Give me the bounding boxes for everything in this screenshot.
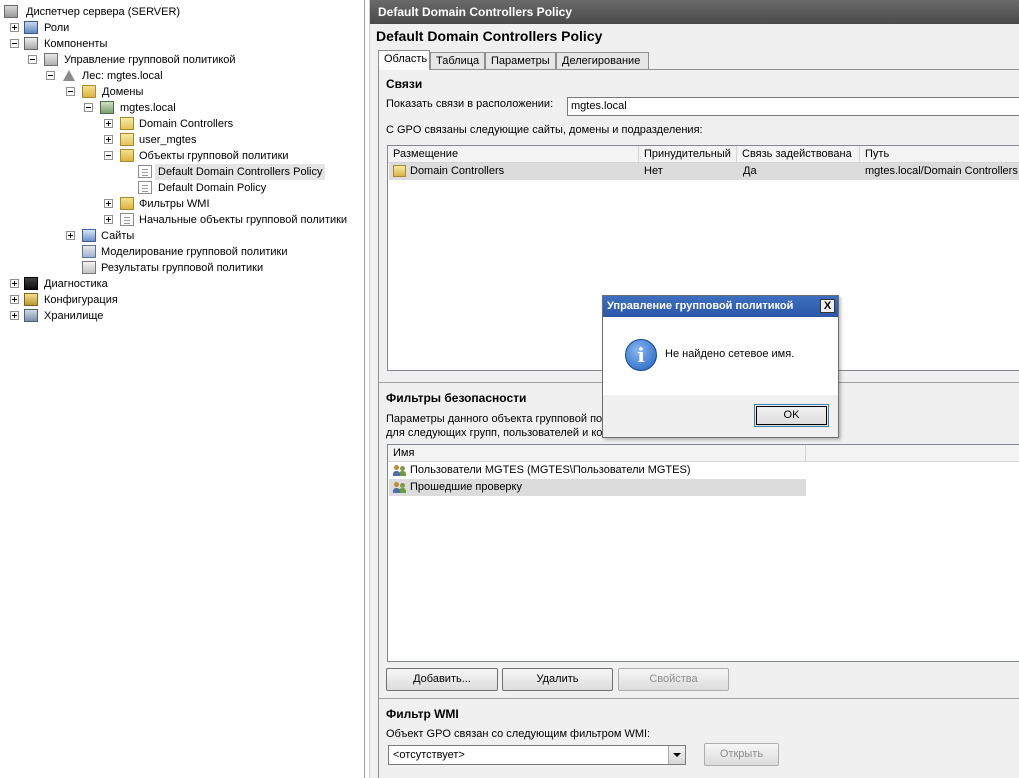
tab-details[interactable]: Таблица [430,52,485,69]
collapse-minus-icon[interactable] [66,87,75,96]
domain-icon [100,101,114,114]
section-divider [379,698,1019,699]
tab-settings[interactable]: Параметры [485,52,556,69]
remove-button[interactable]: Удалить [502,668,613,691]
ou-icon [120,117,134,130]
expand-plus-icon[interactable] [10,23,19,32]
collapse-minus-icon[interactable] [10,39,19,48]
links-location-field[interactable]: mgtes.local [567,97,1019,116]
column-header-path[interactable]: Путь [860,146,1019,162]
security-list-header: Имя [388,445,1019,462]
folder-icon [82,85,96,98]
chevron-down-icon[interactable] [668,746,685,764]
collapse-minus-icon[interactable] [28,55,37,64]
security-filter-heading: Фильтры безопасности [386,391,527,405]
folder-icon [120,197,134,210]
message-dialog: Управление групповой политикой X i Не на… [602,295,839,438]
components-icon [24,37,38,50]
wmi-filter-label: Объект GPO связан со следующим фильтром … [386,728,651,740]
tab-delegation[interactable]: Делегирование [556,52,649,69]
tab-scope[interactable]: Область [378,50,430,70]
diagnostics-icon [24,277,38,290]
expand-plus-icon[interactable] [104,215,113,224]
collapse-minus-icon[interactable] [46,71,55,80]
roles-icon [24,21,38,34]
folder-icon [120,149,134,162]
info-icon: i [625,339,657,371]
expand-plus-icon[interactable] [104,119,113,128]
links-list-header: Размещение Принудительный Связь задейств… [388,146,1019,163]
dialog-title: Управление групповой политикой [603,296,838,317]
forest-icon [62,69,76,82]
ou-icon [120,133,134,146]
expand-plus-icon[interactable] [66,231,75,240]
security-desc-line2: для следующих групп, пользователей и ко [386,427,603,439]
expand-plus-icon[interactable] [10,295,19,304]
properties-button[interactable]: Свойства [618,668,729,691]
sites-icon [82,229,96,242]
list-item[interactable]: Прошедшие проверку [389,479,806,496]
dialog-message: Не найдено сетевое имя. [665,348,795,360]
links-description: С GPO связаны следующие сайты, домены и … [386,124,703,136]
wmi-filter-heading: Фильтр WMI [386,707,459,721]
expand-plus-icon[interactable] [104,199,113,208]
gpo-icon [138,181,152,194]
gpo-icon [138,165,152,178]
security-desc-line1: Параметры данного объекта групповой по [386,413,603,425]
wmi-filter-value: <отсутствует> [393,749,465,761]
column-header-enforced[interactable]: Принудительный [639,146,737,162]
list-item[interactable]: Пользователи MGTES (MGTES\Пользователи M… [389,462,806,479]
links-location-label: Показать связи в расположении: [386,98,554,110]
table-row[interactable]: Domain Controllers Нет Да mgtes.local/Do… [389,163,1019,180]
starter-gpo-icon [120,213,134,226]
modeling-icon [82,245,96,258]
gpm-icon [44,53,58,66]
close-button[interactable]: X [820,299,835,313]
links-heading: Связи [386,77,423,91]
ou-icon [393,165,406,177]
expand-plus-icon[interactable] [104,135,113,144]
console-tree: Диспетчер сервера (SERVER) Роли Компонен… [0,0,365,778]
column-header-location[interactable]: Размещение [388,146,639,162]
user-group-icon [393,481,407,494]
open-wmi-button[interactable]: Открыть [704,743,779,766]
results-icon [82,261,96,274]
collapse-minus-icon[interactable] [104,151,113,160]
expand-plus-icon[interactable] [10,279,19,288]
user-group-icon [393,464,407,477]
dialog-body: i Не найдено сетевое имя. [603,317,838,395]
wmi-filter-select[interactable]: <отсутствует> [388,745,686,765]
pane-title: Default Domain Controllers Policy [370,0,1019,24]
collapse-minus-icon[interactable] [84,103,93,112]
security-filter-list[interactable]: Имя Пользователи MGTES (MGTES\Пользовате… [387,444,1019,662]
column-header-link-enabled[interactable]: Связь задействована [737,146,860,162]
column-header-name[interactable]: Имя [388,445,806,461]
add-button[interactable]: Добавить... [386,668,498,691]
ok-button[interactable]: OK [754,404,829,427]
expand-plus-icon[interactable] [10,311,19,320]
configuration-icon [24,293,38,306]
server-icon [4,5,18,18]
storage-icon [24,309,38,322]
gpo-heading: Default Domain Controllers Policy [376,28,603,44]
